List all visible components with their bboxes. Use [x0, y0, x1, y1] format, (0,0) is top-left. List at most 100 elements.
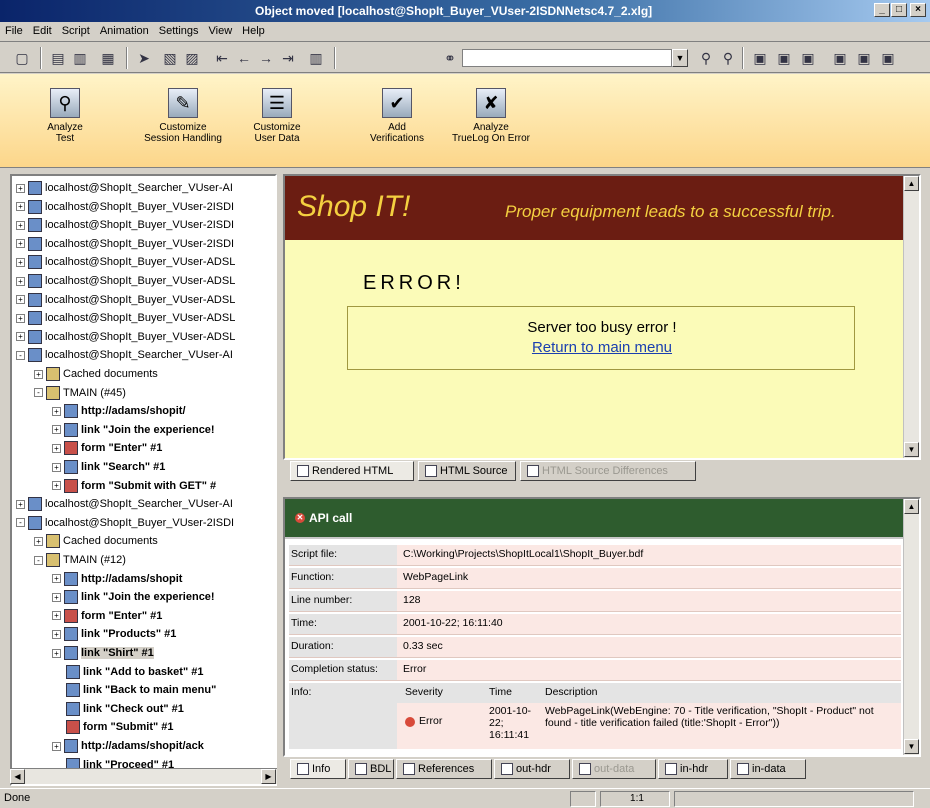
columns-icon[interactable]: ▥ — [306, 48, 326, 68]
tree-node[interactable]: + link "Shirt" #1 — [52, 644, 154, 662]
tree-node[interactable]: + localhost@ShopIt_Buyer_VUser-2ISDI — [16, 198, 234, 216]
scroll-up-icon[interactable]: ▲ — [904, 176, 919, 191]
customize-session-button[interactable]: ✎ Customize Session Handling — [138, 88, 228, 144]
find-prev-icon[interactable]: ⚲ — [718, 48, 738, 68]
expand-icon[interactable]: + — [16, 202, 25, 212]
customize-userdata-button[interactable]: ☰ Customize User Data — [232, 88, 322, 144]
tree-horizontal-scrollbar[interactable]: ◀ ▶ — [10, 768, 277, 784]
tree-node[interactable]: - TMAIN (#12) — [34, 551, 126, 569]
tree-node[interactable]: - localhost@ShopIt_Buyer_VUser-2ISDI — [16, 514, 234, 532]
paste-icon[interactable]: ▨ — [182, 48, 202, 68]
expand-icon[interactable]: + — [16, 295, 25, 305]
open-icon[interactable]: ▤ — [48, 48, 68, 68]
tree-node[interactable]: - localhost@ShopIt_Searcher_VUser-AI — [16, 346, 233, 364]
run-icon[interactable]: ➤ — [134, 48, 154, 68]
minimize-button[interactable]: _ — [874, 3, 890, 17]
tree-node[interactable]: link "Back to main menu" — [52, 681, 216, 699]
tab-out-hdr[interactable]: out-hdr — [494, 759, 570, 779]
tree-node[interactable]: + localhost@ShopIt_Buyer_VUser-2ISDI — [16, 235, 234, 253]
expand-icon[interactable]: + — [52, 481, 61, 491]
tree-node[interactable]: + http://adams/shopit — [52, 570, 182, 588]
tree-node[interactable]: + localhost@ShopIt_Buyer_VUser-ADSL — [16, 253, 235, 271]
expand-icon[interactable]: + — [52, 574, 61, 584]
nav-next-icon[interactable]: → — [256, 48, 276, 68]
tab-info[interactable]: Info — [290, 759, 346, 779]
tree-node[interactable]: + link "Join the experience! — [52, 588, 215, 606]
view-icon-3[interactable]: ▣ — [798, 48, 818, 68]
tree-node[interactable]: + localhost@ShopIt_Buyer_VUser-2ISDI — [16, 216, 234, 234]
expand-icon[interactable]: + — [34, 536, 43, 546]
close-button[interactable]: × — [910, 3, 926, 17]
tree-node[interactable]: + link "Products" #1 — [52, 625, 176, 643]
expand-icon[interactable]: + — [52, 592, 61, 602]
scroll-right-icon[interactable]: ▶ — [261, 769, 276, 784]
expand-icon[interactable]: + — [16, 220, 25, 230]
tree-node[interactable]: - TMAIN (#45) — [34, 384, 126, 402]
save-icon[interactable]: ▥ — [70, 48, 90, 68]
tree-node[interactable]: + http://adams/shopit/ack — [52, 737, 204, 755]
tree-node[interactable]: + form "Enter" #1 — [52, 439, 162, 457]
view-icon-5[interactable]: ▣ — [854, 48, 874, 68]
menu-script[interactable]: Script — [57, 22, 95, 40]
menu-settings[interactable]: Settings — [154, 22, 204, 40]
tab-in-hdr[interactable]: in-hdr — [658, 759, 728, 779]
view-icon-6[interactable]: ▣ — [878, 48, 898, 68]
tab-references[interactable]: References — [396, 759, 492, 779]
tree-node[interactable]: + localhost@ShopIt_Buyer_VUser-ADSL — [16, 291, 235, 309]
tree-node[interactable]: + localhost@ShopIt_Buyer_VUser-ADSL — [16, 328, 235, 346]
expand-icon[interactable]: + — [52, 406, 61, 416]
expand-icon[interactable]: + — [16, 276, 25, 286]
expand-icon[interactable]: + — [16, 313, 25, 323]
view-icon-1[interactable]: ▣ — [750, 48, 770, 68]
expand-icon[interactable]: + — [16, 183, 25, 193]
analyze-truelog-button[interactable]: ✘ Analyze TrueLog On Error — [446, 88, 536, 144]
tree-node[interactable]: + localhost@ShopIt_Searcher_VUser-AI — [16, 495, 233, 513]
nav-first-icon[interactable]: ⇤ — [212, 48, 232, 68]
expand-icon[interactable]: + — [52, 611, 61, 621]
menu-help[interactable]: Help — [237, 22, 270, 40]
expand-icon[interactable]: + — [16, 257, 25, 267]
tree-node[interactable]: + link "Join the experience! — [52, 421, 215, 439]
tab-html-source[interactable]: HTML Source — [418, 461, 516, 481]
tab-html-source-differences[interactable]: HTML Source Differences — [520, 461, 696, 481]
expand-icon[interactable]: + — [16, 239, 25, 249]
search-dropdown-icon[interactable]: ▼ — [672, 49, 688, 67]
menu-edit[interactable]: Edit — [28, 22, 57, 40]
tab-bdl[interactable]: BDL — [348, 759, 394, 779]
tab-out-data[interactable]: out-data — [572, 759, 656, 779]
view-icon-4[interactable]: ▣ — [830, 48, 850, 68]
view-icon-2[interactable]: ▣ — [774, 48, 794, 68]
scroll-left-icon[interactable]: ◀ — [10, 769, 25, 784]
expand-icon[interactable]: + — [52, 741, 61, 751]
menu-animation[interactable]: Animation — [95, 22, 154, 40]
copy-icon[interactable]: ▧ — [160, 48, 180, 68]
tree-node[interactable]: link "Check out" #1 — [52, 700, 184, 718]
expand-icon[interactable]: + — [52, 648, 61, 658]
collapse-icon[interactable]: - — [34, 555, 43, 565]
tab-in-data[interactable]: in-data — [730, 759, 806, 779]
scroll-down-icon[interactable]: ▼ — [904, 739, 919, 754]
collapse-icon[interactable]: - — [16, 350, 25, 360]
collapse-icon[interactable]: - — [34, 388, 43, 398]
maximize-button[interactable]: □ — [891, 3, 907, 17]
return-main-menu-link[interactable]: Return to main menu — [348, 339, 856, 356]
tree-node[interactable]: + link "Search" #1 — [52, 458, 165, 476]
expand-icon[interactable]: + — [16, 332, 25, 342]
tree-node[interactable]: + Cached documents — [34, 532, 158, 550]
binoculars-icon[interactable]: ⚭ — [440, 48, 460, 68]
tree-node[interactable]: + form "Submit with GET" # — [52, 477, 216, 495]
search-input[interactable] — [462, 49, 672, 67]
add-verifications-button[interactable]: ✔ Add Verifications — [352, 88, 442, 144]
tree-node[interactable]: + localhost@ShopIt_Buyer_VUser-ADSL — [16, 309, 235, 327]
scroll-down-icon[interactable]: ▼ — [904, 442, 919, 457]
tab-rendered-html[interactable]: Rendered HTML — [290, 461, 414, 481]
expand-icon[interactable]: + — [16, 499, 25, 509]
tree-node[interactable]: + Cached documents — [34, 365, 158, 383]
tree-node[interactable]: form "Submit" #1 — [52, 718, 174, 736]
analyze-test-button[interactable]: ⚲ Analyze Test — [20, 88, 110, 144]
collapse-icon[interactable]: - — [16, 518, 25, 528]
expand-icon[interactable]: + — [52, 629, 61, 639]
nav-prev-icon[interactable]: ← — [234, 48, 254, 68]
nav-last-icon[interactable]: ⇥ — [278, 48, 298, 68]
menu-view[interactable]: View — [204, 22, 238, 40]
